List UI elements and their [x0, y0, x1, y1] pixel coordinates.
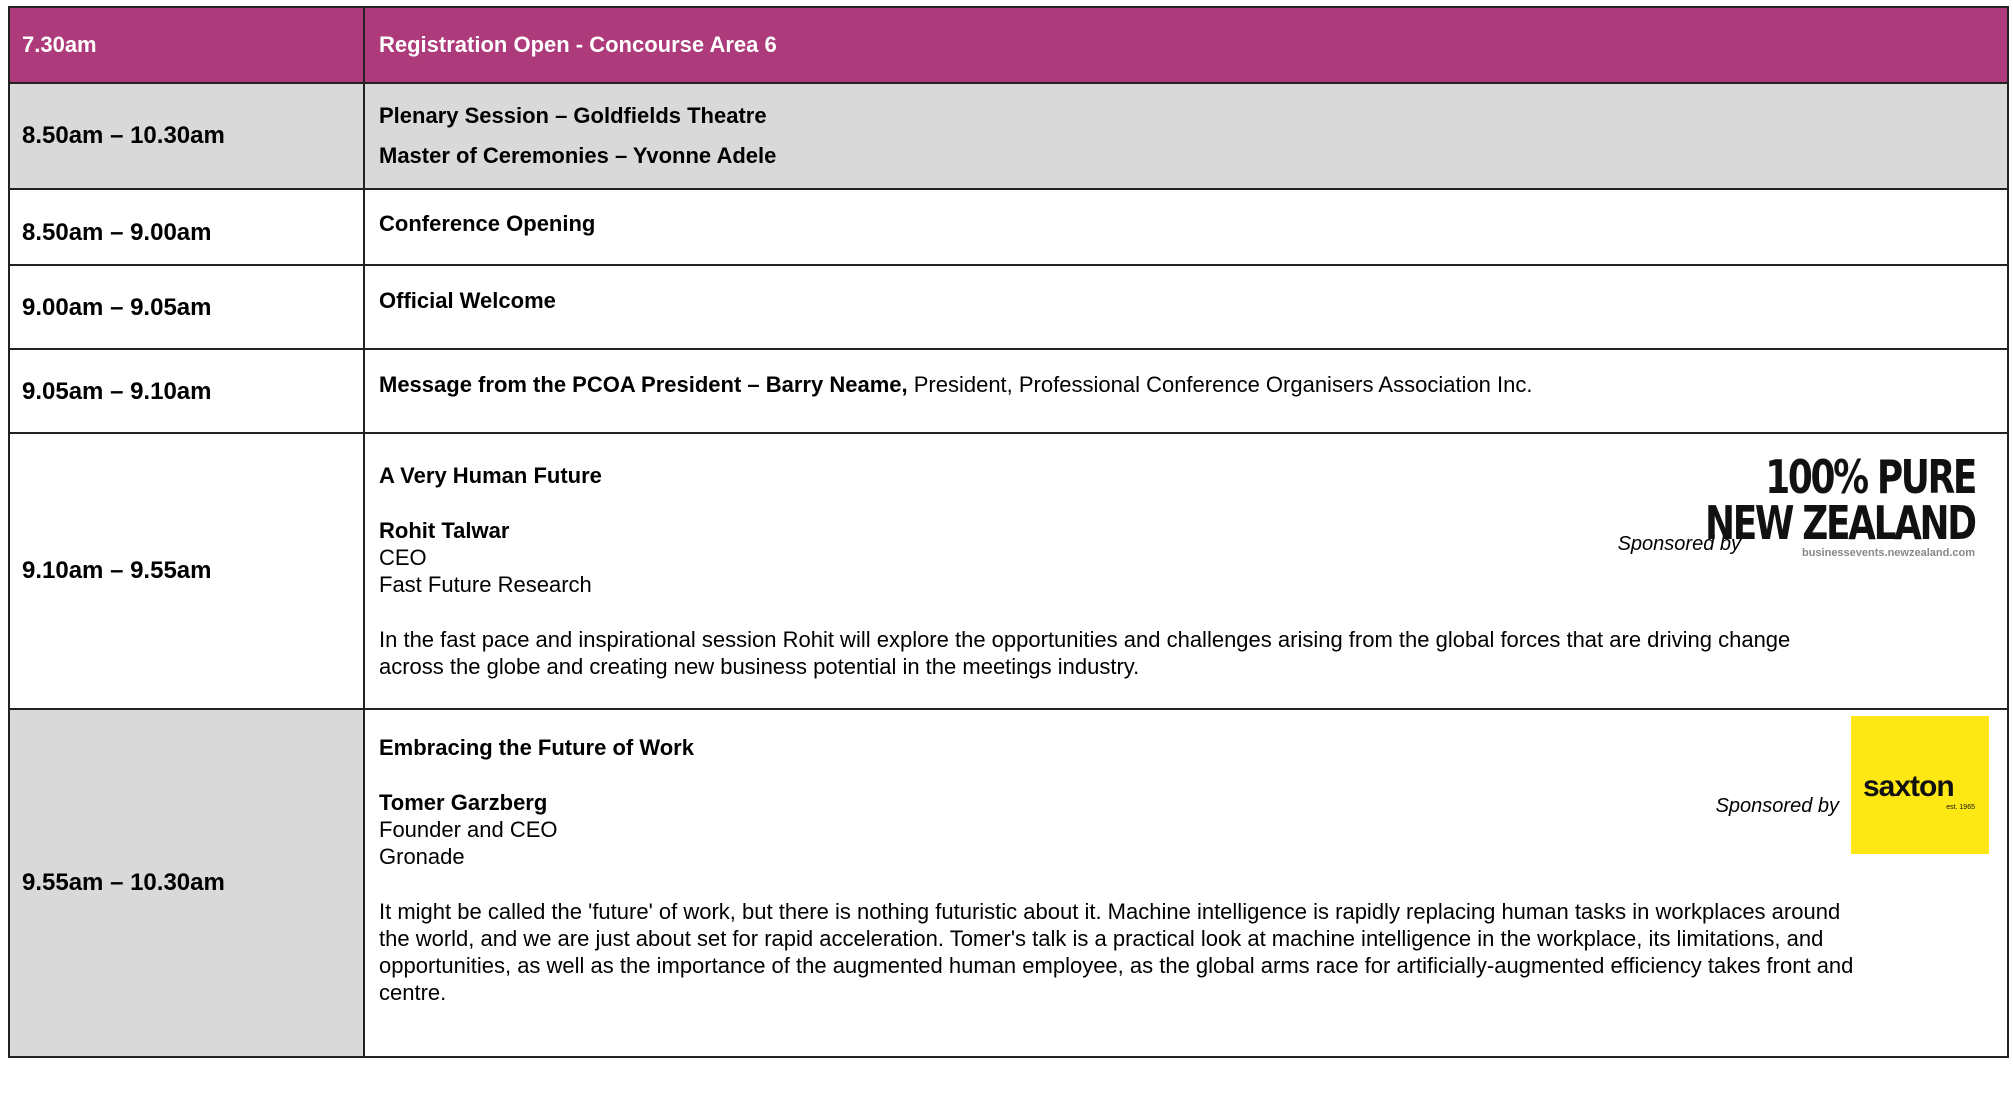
president-title: President, Professional Conference Organ…: [907, 372, 1533, 397]
abstract-line: It might be called the 'future' of work,…: [379, 899, 1841, 924]
sponsor-block: Sponsored by saxton est. 1965: [1716, 716, 1989, 854]
master-of-ceremonies: Master of Ceremonies – Yvonne Adele: [379, 143, 777, 168]
schedule-row-opening: 8.50am – 9.00am Conference Opening: [8, 188, 2009, 266]
time-cell: 8.50am – 10.30am: [8, 82, 365, 190]
time-cell: 7.30am: [8, 6, 365, 84]
schedule-row-future-of-work: 9.55am – 10.30am Embracing the Future of…: [8, 708, 2009, 1058]
session-cell: Registration Open - Concourse Area 6: [363, 6, 2009, 84]
session-cell: Official Welcome: [363, 264, 2009, 350]
time-cell: 9.10am – 9.55am: [8, 432, 365, 710]
schedule-row-human-future: 9.10am – 9.55am A Very Human Future Rohi…: [8, 432, 2009, 710]
sponsor-block: Sponsored by 100% PURE NEW ZEALAND busin…: [1618, 450, 1978, 560]
time-cell: 9.05am – 9.10am: [8, 348, 365, 434]
time-cell: 9.00am – 9.05am: [8, 264, 365, 350]
speaker-org: Fast Future Research: [379, 572, 592, 597]
abstract-line: opportunities, as well as the importance…: [379, 953, 1854, 978]
abstract-line: In the fast pace and inspirational sessi…: [379, 627, 1791, 652]
time-cell: 8.50am – 9.00am: [8, 188, 365, 266]
schedule-row-registration: 7.30am Registration Open - Concourse Are…: [8, 6, 2009, 84]
president-message: Message from the PCOA President – Barry …: [379, 372, 908, 397]
session-abstract: It might be called the 'future' of work,…: [379, 898, 1987, 1006]
session-cell: Plenary Session – Goldfields Theatre Mas…: [363, 82, 2009, 190]
logo-line: 100% PURE: [1765, 450, 1977, 504]
saxton-logo: saxton est. 1965: [1851, 716, 1989, 854]
sponsored-by-label: Sponsored by: [1715, 794, 1839, 817]
session-cell: Conference Opening: [363, 188, 2009, 266]
session-cell: A Very Human Future Rohit Talwar CEO Fas…: [363, 432, 2009, 710]
session-title: Plenary Session – Goldfields Theatre: [379, 103, 767, 128]
session-cell: Embracing the Future of Work Tomer Garzb…: [363, 708, 2009, 1058]
schedule-table: 7.30am Registration Open - Concourse Are…: [8, 6, 2009, 1058]
logo-est: est. 1965: [1946, 804, 1975, 811]
abstract-line: the world, and we are just about set for…: [379, 926, 1824, 951]
schedule-row-president: 9.05am – 9.10am Message from the PCOA Pr…: [8, 348, 2009, 434]
new-zealand-logo: 100% PURE NEW ZEALAND businessevents.new…: [1705, 450, 1977, 560]
session-abstract: In the fast pace and inspirational sessi…: [379, 626, 1987, 680]
program-schedule: 7.30am Registration Open - Concourse Are…: [8, 6, 2009, 1058]
abstract-line: across the globe and creating new busine…: [379, 654, 1140, 679]
abstract-line: centre.: [379, 980, 447, 1005]
logo-word: saxton: [1863, 770, 1955, 803]
schedule-row-plenary: 8.50am – 10.30am Plenary Session – Goldf…: [8, 82, 2009, 190]
time-cell: 9.55am – 10.30am: [8, 708, 365, 1058]
schedule-row-welcome: 9.00am – 9.05am Official Welcome: [8, 264, 2009, 350]
logo-line: NEW ZEALAND: [1705, 496, 1977, 550]
session-cell: Message from the PCOA President – Barry …: [363, 348, 2009, 434]
